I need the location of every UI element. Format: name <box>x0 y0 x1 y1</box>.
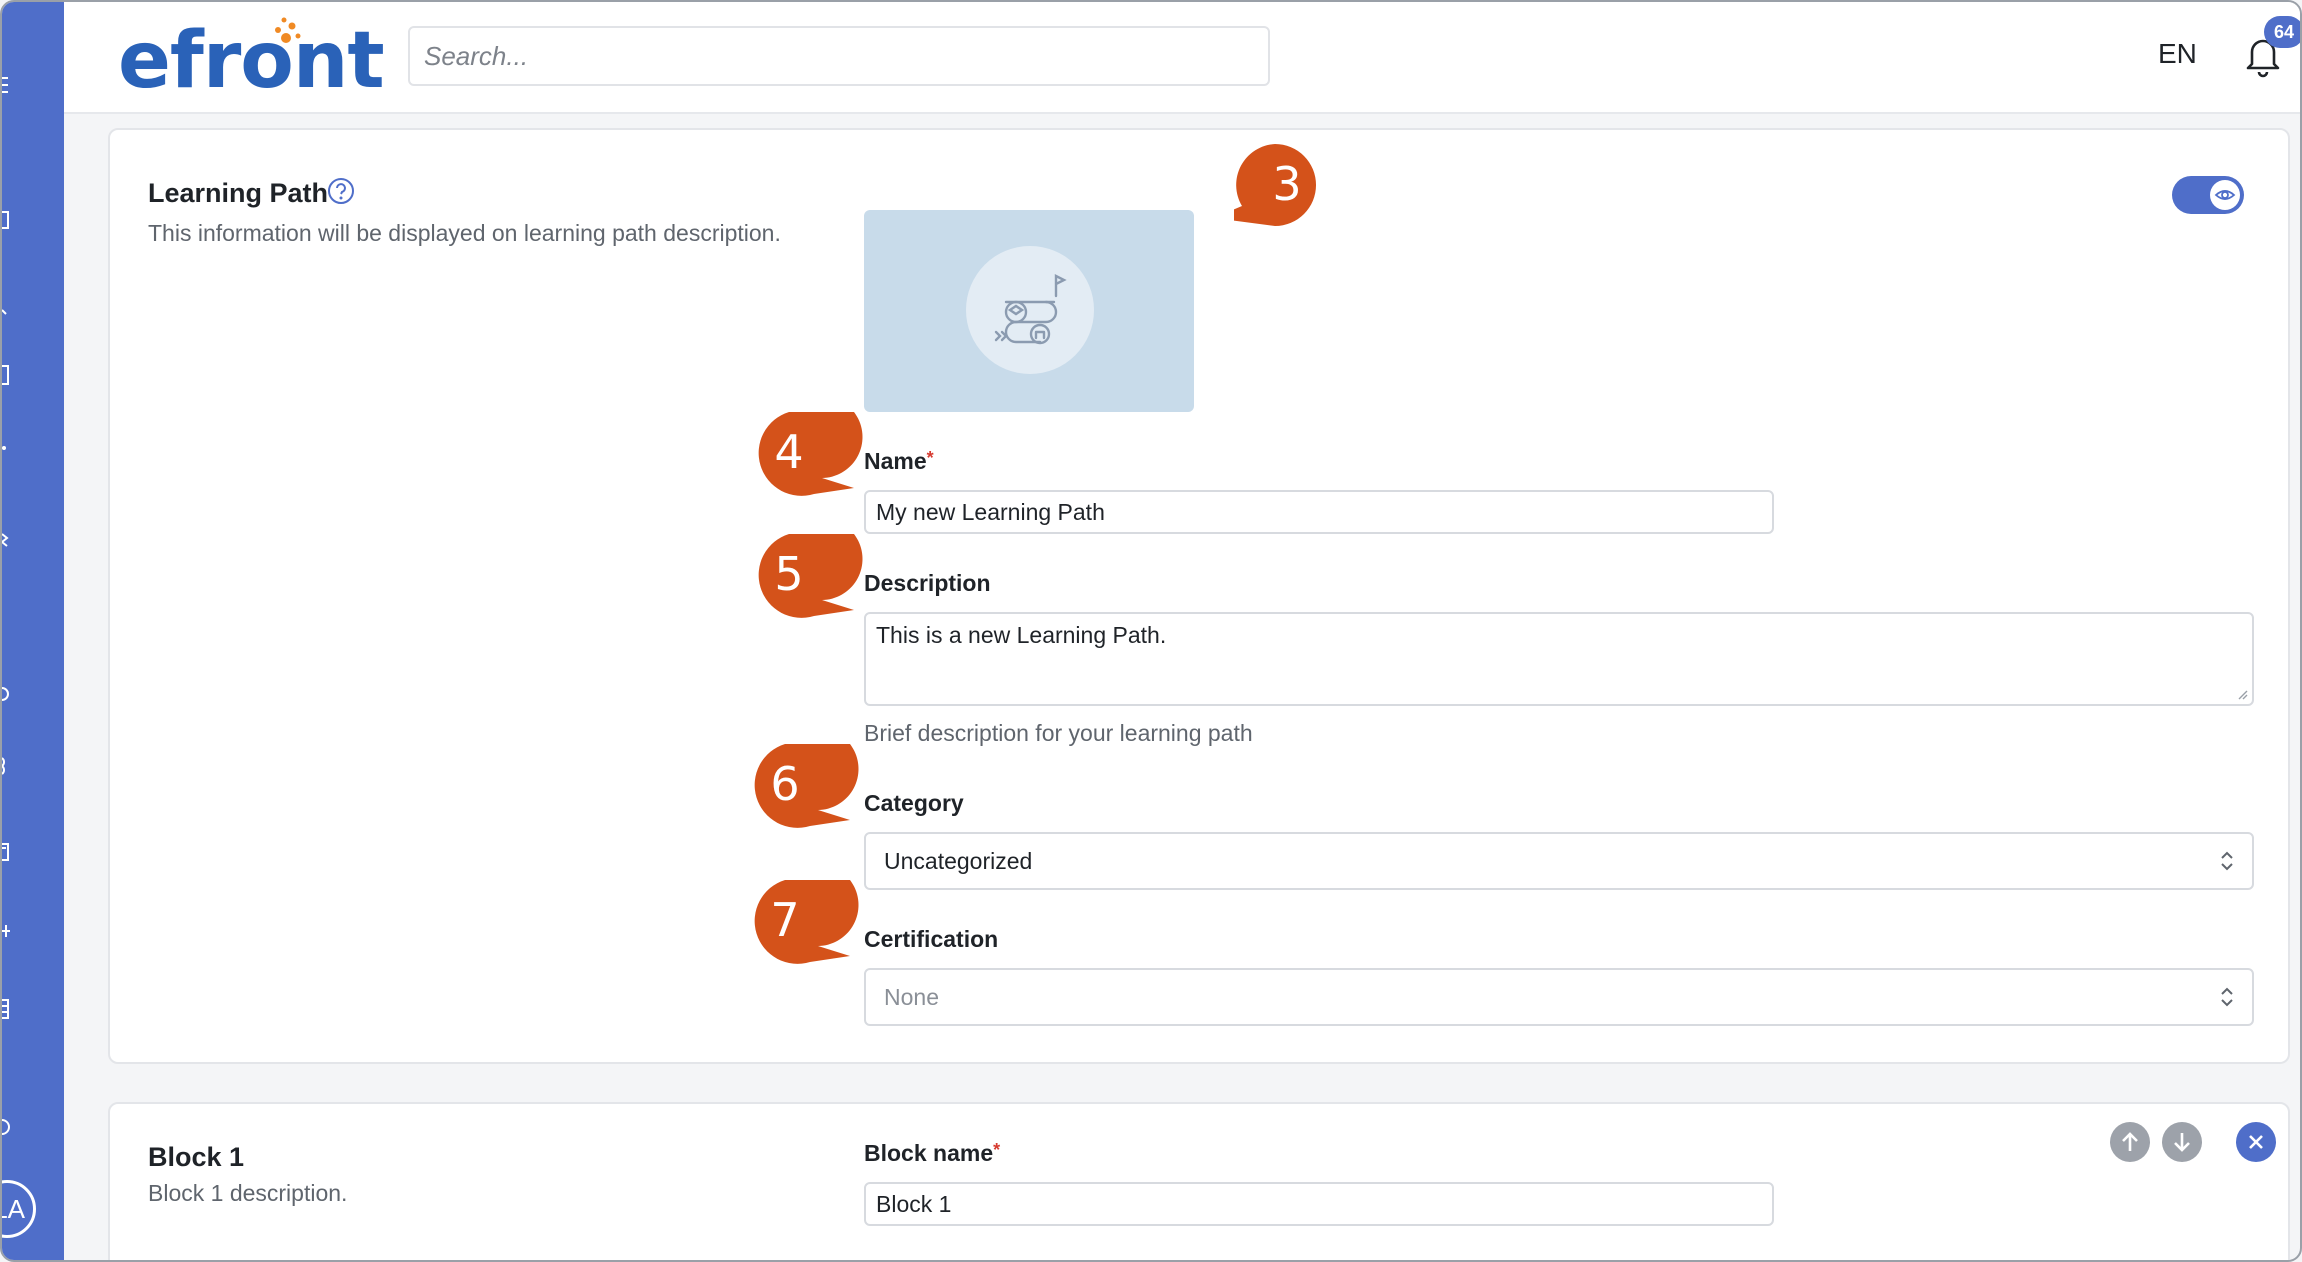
courses-icon[interactable] <box>2 364 12 386</box>
category-value: Uncategorized <box>884 848 1033 874</box>
block-name-label: Block name* <box>864 1140 1001 1166</box>
description-help-text: Brief description for your learning path <box>864 720 1253 746</box>
certification-value: None <box>884 984 939 1010</box>
logo-text: efront <box>118 16 385 106</box>
learning-path-thumbnail[interactable] <box>864 210 1194 412</box>
move-down-button[interactable] <box>2162 1122 2202 1162</box>
name-input[interactable]: My new Learning Path <box>864 490 1774 534</box>
logo-dots-icon <box>275 17 301 43</box>
arrow-up-icon <box>2122 1132 2138 1151</box>
home-icon[interactable] <box>2 208 12 230</box>
question-circle-icon[interactable] <box>326 176 356 206</box>
app-window: LA efront EN 64 Learning Path <box>0 0 2302 1262</box>
visibility-toggle[interactable] <box>2172 176 2244 214</box>
move-up-button[interactable] <box>2110 1122 2150 1162</box>
annotation-marker-5: 5 <box>748 534 864 620</box>
description-value: This is a new Learning Path. <box>876 622 1167 648</box>
arrow-down-icon <box>2174 1133 2190 1152</box>
category-select[interactable]: Uncategorized <box>864 832 2254 890</box>
block-card: Block 1 Block 1 description. Block name*… <box>108 1102 2290 1260</box>
block-subtitle: Block 1 description. <box>148 1180 348 1206</box>
resize-handle-icon[interactable] <box>2236 688 2248 700</box>
paths-icon[interactable] <box>2 438 12 460</box>
name-label: Name* <box>864 448 934 474</box>
automation-icon[interactable] <box>2 754 12 776</box>
reports-icon[interactable] <box>2 682 12 704</box>
groups-icon[interactable] <box>2 530 12 552</box>
avatar[interactable]: LA <box>2 1180 36 1238</box>
sidebar: LA <box>2 2 64 1260</box>
top-header: efront EN 64 <box>64 2 2300 114</box>
help-sidebar-icon[interactable] <box>2 1116 12 1138</box>
section-title: Learning Path <box>148 178 329 208</box>
remove-block-button[interactable] <box>2236 1122 2276 1162</box>
block-title: Block 1 <box>148 1142 245 1172</box>
eye-icon <box>2210 180 2240 210</box>
block-name-input[interactable]: Block 1 <box>864 1182 1774 1226</box>
notification-badge: 64 <box>2264 16 2300 48</box>
events-icon[interactable] <box>2 840 12 862</box>
section-subtitle: This information will be displayed on le… <box>148 220 781 246</box>
plugins-icon[interactable] <box>2 920 12 942</box>
chevron-up-down-icon <box>2221 851 2233 871</box>
learning-path-card: Learning Path This information will be d… <box>108 128 2290 1064</box>
certification-select[interactable]: None <box>864 968 2254 1026</box>
annotation-marker-7: 7 <box>744 880 860 966</box>
learning-path-icon <box>966 246 1094 374</box>
search-input[interactable] <box>408 26 1270 86</box>
description-textarea[interactable]: This is a new Learning Path. <box>864 612 2254 706</box>
efront-logo[interactable]: efront <box>118 16 388 106</box>
category-label: Category <box>864 790 964 816</box>
close-icon <box>2249 1135 2263 1149</box>
chevron-up-down-icon <box>2221 987 2233 1007</box>
language-selector[interactable]: EN <box>2158 38 2197 70</box>
settings-icon[interactable] <box>2 998 12 1020</box>
description-label: Description <box>864 570 991 596</box>
certification-label: Certification <box>864 926 999 952</box>
annotation-marker-6: 6 <box>744 744 860 830</box>
users-icon[interactable] <box>2 302 12 324</box>
annotation-marker-3: 3 <box>1234 144 1350 230</box>
annotation-marker-4: 4 <box>748 412 864 498</box>
menu-icon[interactable] <box>2 74 12 96</box>
